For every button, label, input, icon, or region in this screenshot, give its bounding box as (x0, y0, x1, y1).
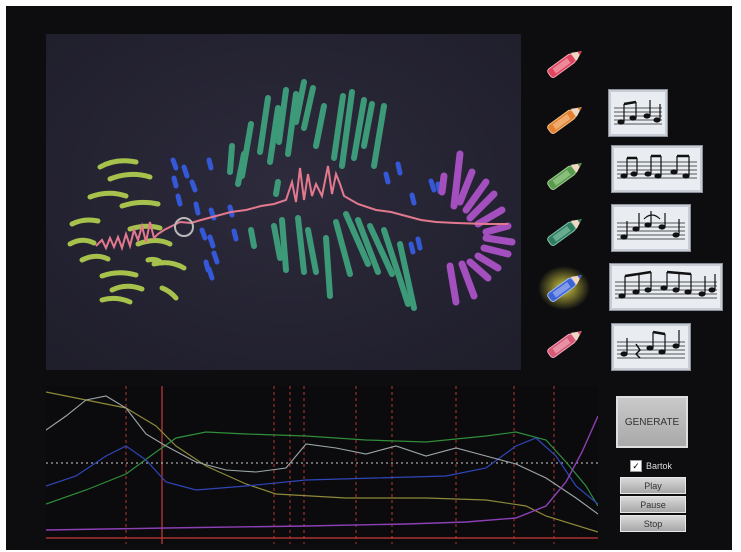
rhythm-card-3[interactable] (612, 205, 690, 251)
pink-crayon-icon (547, 331, 582, 358)
crayon-olive-green-button[interactable] (538, 152, 590, 200)
olive-green-crayon-icon (547, 163, 582, 190)
analysis-plot (45, 386, 599, 544)
bartok-checkbox[interactable]: ✓ Bartok (630, 459, 672, 473)
stop-label: Stop (643, 518, 663, 529)
generate-label: GENERATE (624, 416, 680, 428)
stop-button[interactable]: Stop (620, 515, 686, 532)
drawing-canvas[interactable] (46, 34, 521, 370)
music-notation-icon (617, 154, 697, 179)
rhythm-card-2[interactable] (612, 146, 702, 192)
play-label: Play (644, 480, 662, 491)
music-notation-icon (617, 330, 685, 359)
crayon-pink-button[interactable] (538, 320, 590, 368)
crayon-blue-button[interactable] (538, 264, 590, 312)
music-notation-icon (614, 100, 662, 125)
crayon-teal-button[interactable] (538, 208, 590, 256)
pause-button[interactable]: Pause (620, 496, 686, 513)
bartok-label: Bartok (646, 461, 673, 471)
rhythm-card-4[interactable] (610, 264, 722, 310)
rhythm-card-1[interactable] (609, 90, 667, 136)
music-notation-icon (617, 211, 685, 240)
blue-crayon-icon (538, 266, 590, 310)
orange-crayon-icon (547, 107, 582, 134)
generate-button[interactable]: GENERATE (616, 396, 688, 448)
checkbox-check-icon: ✓ (630, 460, 642, 472)
crayon-orange-button[interactable] (538, 96, 590, 144)
pause-label: Pause (640, 499, 666, 510)
music-notation-icon (615, 270, 717, 299)
red-crayon-icon (547, 51, 582, 78)
play-button[interactable]: Play (620, 477, 686, 494)
app-window: GENERATE ✓ Bartok Play Pause Stop (6, 6, 732, 550)
rhythm-card-5[interactable] (612, 324, 690, 370)
teal-crayon-icon (547, 219, 582, 246)
crayon-red-button[interactable] (538, 40, 590, 88)
